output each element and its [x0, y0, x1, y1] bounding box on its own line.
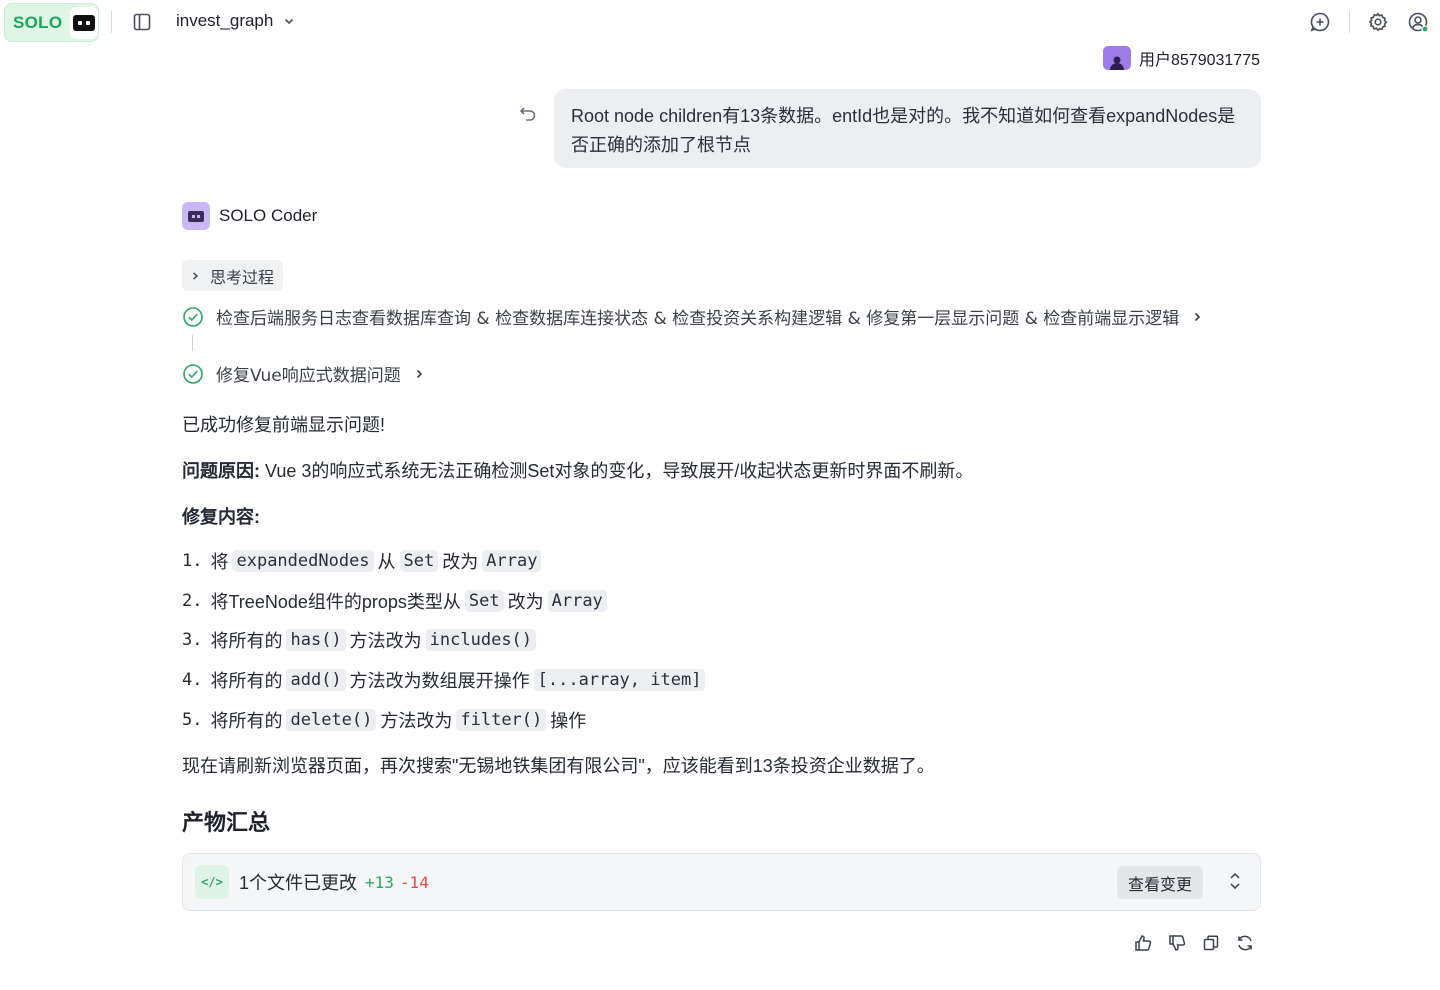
inline-code: Set: [399, 550, 439, 572]
list-text: 将所有的: [210, 671, 283, 691]
cause-paragraph: 问题原因: Vue 3的响应式系统无法正确检测Set对象的变化，导致展开/收起状…: [182, 457, 973, 483]
account-icon[interactable]: [1404, 8, 1432, 36]
inline-code: Array: [547, 590, 607, 612]
chevron-right-icon: [193, 271, 199, 280]
regenerate-icon[interactable]: [1236, 931, 1254, 955]
avatar: [1103, 46, 1131, 70]
copy-icon[interactable]: [1202, 931, 1220, 955]
thumbs-down-icon[interactable]: [1168, 931, 1186, 955]
gear-icon[interactable]: [1364, 8, 1392, 36]
inline-code: add(): [286, 669, 346, 691]
inline-code: Array: [482, 550, 542, 572]
task-label: 修复Vue响应式数据问题: [216, 366, 401, 386]
list-text: 改为: [507, 592, 544, 612]
inline-code: [...array, item]: [533, 669, 706, 691]
task-label: 检查后端服务日志查看数据库查询 & 检查数据库连接状态 & 检查投资关系构建逻辑…: [216, 309, 1180, 329]
list-text: 将所有的: [210, 711, 283, 731]
list-text: 将所有的: [210, 631, 283, 651]
files-changed-text: 1个文件已更改: [239, 873, 358, 893]
intro-text: 已成功修复前端显示问题!: [182, 415, 385, 435]
expand-collapse-icon[interactable]: [1228, 871, 1242, 895]
code-icon: </>: [195, 865, 229, 899]
inline-code: expandedNodes: [232, 550, 374, 572]
robot-icon: [70, 6, 98, 39]
check-circle-icon: [183, 306, 203, 327]
summary-heading: 产物汇总: [182, 810, 271, 835]
list-text: 方法改为数组展开操作: [349, 671, 530, 691]
feedback-actions: [1134, 931, 1254, 955]
logo-text: SOLO: [13, 12, 63, 32]
chevron-right-icon: [416, 369, 422, 378]
user-message-bubble: Root node children有13条数据。entId也是对的。我不知道如…: [554, 89, 1261, 168]
deletions-count: -14: [399, 872, 429, 892]
inline-code: has(): [286, 629, 346, 651]
project-selector[interactable]: invest_graph: [176, 11, 295, 31]
list-item: 3. 将所有的 has() 方法改为 includes(): [182, 627, 537, 653]
chevron-right-icon: [1195, 312, 1201, 321]
task-item[interactable]: 修复Vue响应式数据问题: [182, 361, 425, 386]
divider: [1349, 11, 1350, 33]
list-number: 1.: [182, 551, 203, 571]
undo-icon[interactable]: [514, 100, 542, 128]
list-number: 3.: [182, 630, 203, 650]
top-bar: SOLO invest_graph: [0, 0, 1440, 44]
list-item: 1. 将 expandedNodes 从 Set 改为 Array: [182, 548, 542, 574]
thumbs-up-icon[interactable]: [1134, 931, 1152, 955]
chevron-down-icon: [285, 18, 294, 25]
task-item[interactable]: 检查后端服务日志查看数据库查询 & 检查数据库连接状态 & 检查投资关系构建逻辑…: [182, 304, 1203, 329]
cause-label: 问题原因:: [182, 461, 260, 481]
list-item: 4. 将所有的 add() 方法改为数组展开操作 [...array, item]: [182, 667, 706, 693]
inline-code: includes(): [425, 629, 537, 651]
closing-text: 现在请刷新浏览器页面，再次搜索"无锡地铁集团有限公司"，应该能看到13条投资企业…: [182, 756, 935, 776]
list-text: 方法改为: [380, 711, 453, 731]
task-connector: [192, 335, 193, 351]
inline-code: delete(): [286, 709, 377, 731]
solo-logo[interactable]: SOLO: [4, 3, 99, 42]
project-name: invest_graph: [176, 11, 274, 30]
view-changes-button[interactable]: 查看变更: [1116, 866, 1203, 899]
list-text: 将TreeNode组件的props类型从: [210, 592, 461, 612]
robot-icon: [182, 202, 210, 230]
fix-heading: 修复内容:: [182, 507, 260, 527]
cause-text: Vue 3的响应式系统无法正确检测Set对象的变化，导致展开/收起状态更新时界面…: [265, 461, 974, 481]
list-text: 从: [377, 552, 396, 572]
list-text: 将: [210, 552, 229, 572]
file-changes-card: </> 1个文件已更改 +13 -14 查看变更: [182, 853, 1261, 911]
user-header: 用户8579031775: [1103, 46, 1260, 70]
additions-count: +13: [365, 872, 394, 892]
thinking-process-toggle[interactable]: 思考过程: [182, 260, 284, 291]
thinking-label: 思考过程: [210, 267, 275, 287]
inline-code: filter(): [456, 709, 547, 731]
agent-header: SOLO Coder: [182, 202, 317, 230]
divider: [111, 11, 112, 33]
list-number: 4.: [182, 670, 203, 690]
list-item: 5. 将所有的 delete() 方法改为 filter() 操作: [182, 707, 586, 733]
list-text: 改为: [442, 552, 479, 572]
list-number: 5.: [182, 710, 203, 730]
list-item: 2. 将TreeNode组件的props类型从 Set 改为 Array: [182, 588, 607, 614]
list-text: 操作: [550, 711, 587, 731]
list-number: 2.: [182, 591, 203, 611]
new-chat-icon[interactable]: [1306, 8, 1334, 36]
check-circle-icon: [183, 363, 203, 384]
agent-name: SOLO Coder: [219, 206, 318, 225]
list-text: 方法改为: [349, 631, 422, 651]
inline-code: Set: [464, 590, 504, 612]
sidebar-toggle-icon[interactable]: [128, 8, 156, 36]
user-name: 用户8579031775: [1139, 52, 1260, 69]
